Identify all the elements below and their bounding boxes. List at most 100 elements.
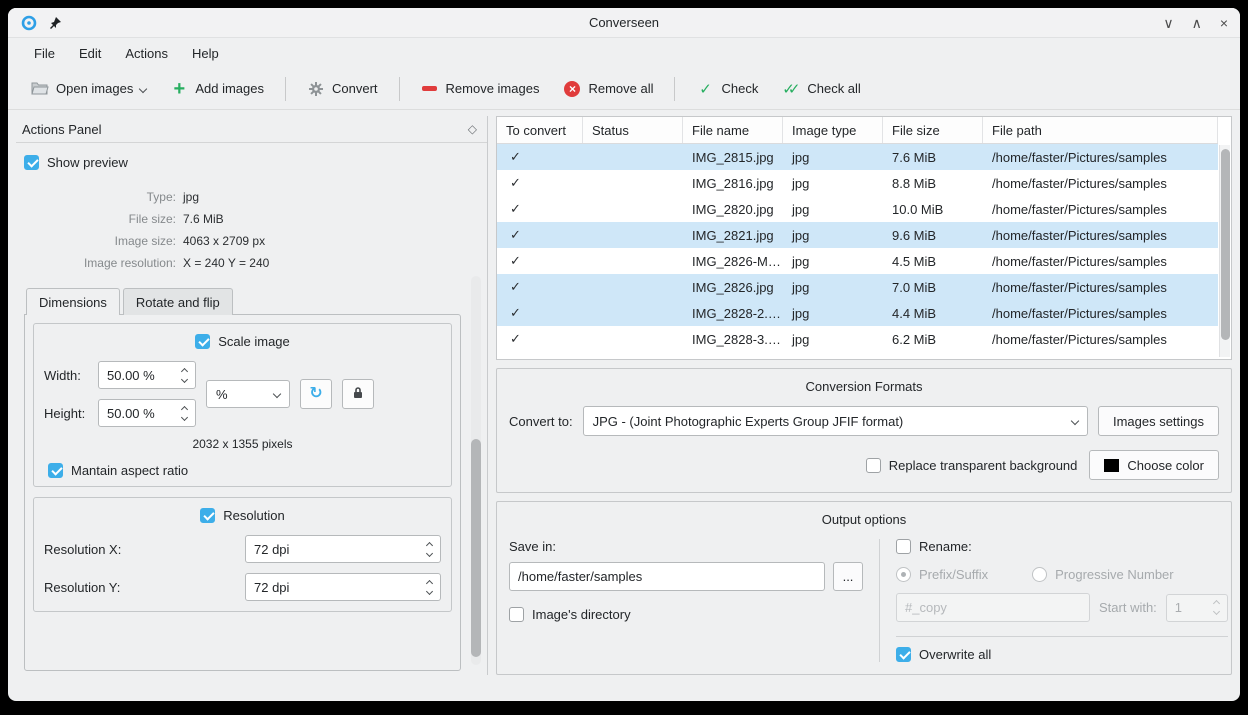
file-size-cell: 4.4 MiB [883, 306, 983, 321]
images-directory-checkbox[interactable]: Image's directory [509, 607, 863, 622]
column-header-file-path[interactable]: File path [983, 117, 1218, 143]
column-header-file-size[interactable]: File size [883, 117, 983, 143]
images-directory-label: Image's directory [532, 607, 631, 622]
panel-scrollbar[interactable] [471, 276, 481, 665]
file-name-cell: IMG_2816.jpg [683, 176, 783, 191]
remove-all-button[interactable]: Remove all [554, 74, 662, 104]
lock-aspect-button[interactable] [342, 379, 374, 409]
app-window: Converseen ∨ ∧ × File Edit Actions Help … [8, 8, 1240, 701]
check-label: Check [721, 81, 758, 96]
check-all-button[interactable]: Check all [773, 74, 869, 104]
remove-images-button[interactable]: Remove images [412, 74, 549, 104]
chevron-down-icon [1071, 417, 1079, 425]
info-value: jpg [183, 190, 461, 204]
file-size-cell: 7.6 MiB [883, 150, 983, 165]
file-size-cell: 7.0 MiB [883, 280, 983, 295]
menu-help[interactable]: Help [182, 42, 229, 65]
maintain-aspect-ratio-checkbox[interactable]: Mantain aspect ratio [48, 463, 441, 478]
browse-button[interactable]: ... [833, 562, 863, 591]
table-scrollbar-thumb[interactable] [1221, 149, 1230, 340]
overwrite-all-checkbox[interactable]: Overwrite all [896, 647, 1228, 662]
file-size-cell: 6.2 MiB [883, 332, 983, 347]
maximize-button[interactable]: ∧ [1192, 16, 1202, 30]
resolution-x-label: Resolution X: [44, 542, 121, 557]
menu-edit[interactable]: Edit [69, 42, 111, 65]
save-path-input[interactable] [509, 562, 825, 591]
panel-scrollbar-thumb[interactable] [471, 439, 481, 657]
table-row[interactable]: IMG_2821.jpgjpg9.6 MiB/home/faster/Pictu… [497, 222, 1218, 248]
file-table-body: IMG_2815.jpgjpg7.6 MiB/home/faster/Pictu… [497, 144, 1218, 352]
show-preview-checkbox[interactable]: Show preview [24, 155, 461, 170]
check-icon [696, 80, 714, 98]
resolution-checkbox[interactable]: Resolution [200, 508, 284, 523]
convert-button[interactable]: Convert [298, 74, 387, 104]
pin-icon[interactable] [46, 14, 64, 32]
replace-transparent-background-checkbox[interactable]: Replace transparent background [866, 458, 1078, 473]
row-convert-check-icon[interactable] [506, 175, 521, 190]
check-button[interactable]: Check [687, 74, 767, 104]
column-header-file-name[interactable]: File name [683, 117, 783, 143]
tab-rotate-and-flip[interactable]: Rotate and flip [123, 288, 233, 315]
file-name-cell: IMG_2826.jpg [683, 280, 783, 295]
float-panel-button[interactable]: ◇ [468, 122, 477, 136]
row-convert-check-icon[interactable] [506, 305, 521, 320]
table-row[interactable]: IMG_2816.jpgjpg8.8 MiB/home/faster/Pictu… [497, 170, 1218, 196]
row-convert-check-icon[interactable] [506, 201, 521, 216]
column-header-to-convert[interactable]: To convert [497, 117, 583, 143]
dimensions-tab-content: Scale image Width: 50.00 % [24, 314, 461, 671]
toolbar-separator [674, 77, 675, 101]
table-row[interactable]: IMG_2815.jpgjpg7.6 MiB/home/faster/Pictu… [497, 144, 1218, 170]
column-header-status[interactable]: Status [583, 117, 683, 143]
height-spinbox[interactable]: 50.00 % [98, 399, 196, 427]
start-with-label: Start with: [1099, 600, 1157, 615]
rename-checkbox[interactable]: Rename: [896, 539, 1228, 554]
file-path-cell: /home/faster/Pictures/samples [983, 332, 1218, 347]
conversion-formats-box: Conversion Formats Convert to: JPG - (Jo… [496, 368, 1232, 493]
format-combobox[interactable]: JPG - (Joint Photographic Experts Group … [583, 406, 1088, 436]
file-name-cell: IMG_2820.jpg [683, 202, 783, 217]
row-convert-check-icon[interactable] [506, 149, 521, 164]
resolution-y-spinbox[interactable]: 72 dpi [245, 573, 441, 601]
checkbox-box-icon [509, 607, 524, 622]
tab-dimensions[interactable]: Dimensions [26, 288, 120, 315]
table-row[interactable]: IMG_2826-Mo...jpg4.5 MiB/home/faster/Pic… [497, 248, 1218, 274]
row-convert-check-icon[interactable] [506, 331, 521, 346]
table-scrollbar[interactable] [1219, 145, 1230, 357]
scale-image-checkbox[interactable]: Scale image [195, 334, 290, 349]
minimize-button[interactable]: ∨ [1163, 16, 1173, 30]
actions-panel: Actions Panel ◇ Show preview Type: jpg F… [16, 116, 488, 675]
resolution-x-spinbox[interactable]: 72 dpi [245, 535, 441, 563]
refresh-size-button[interactable] [300, 379, 332, 409]
menu-actions[interactable]: Actions [115, 42, 178, 65]
file-name-cell: IMG_2821.jpg [683, 228, 783, 243]
menu-file[interactable]: File [24, 42, 65, 65]
output-options-title: Output options [509, 512, 1219, 527]
unit-combobox[interactable]: % [206, 380, 290, 408]
width-spinbox[interactable]: 50.00 % [98, 361, 196, 389]
row-convert-check-icon[interactable] [506, 227, 521, 242]
close-button[interactable]: × [1220, 16, 1228, 30]
remove-all-icon [563, 80, 581, 98]
file-path-cell: /home/faster/Pictures/samples [983, 150, 1218, 165]
chevron-down-icon [139, 84, 147, 92]
column-header-image-type[interactable]: Image type [783, 117, 883, 143]
table-row[interactable]: IMG_2828-2.jpgjpg4.4 MiB/home/faster/Pic… [497, 300, 1218, 326]
add-images-button[interactable]: Add images [161, 74, 273, 104]
open-images-button[interactable]: Open images [22, 74, 155, 104]
table-row[interactable]: IMG_2826.jpgjpg7.0 MiB/home/faster/Pictu… [497, 274, 1218, 300]
table-row[interactable]: IMG_2820.jpgjpg10.0 MiB/home/faster/Pict… [497, 196, 1218, 222]
convert-gear-icon [307, 80, 325, 98]
image-info: Type: jpg File size: 7.6 MiB Image size:… [24, 190, 461, 270]
images-settings-button[interactable]: Images settings [1098, 406, 1219, 436]
prefix-suffix-radio: Prefix/Suffix [896, 567, 988, 582]
row-convert-check-icon[interactable] [506, 253, 521, 268]
file-path-cell: /home/faster/Pictures/samples [983, 228, 1218, 243]
file-table-header: To convert Status File name Image type F… [497, 117, 1218, 144]
table-row[interactable]: IMG_2828-3.jpgjpg6.2 MiB/home/faster/Pic… [497, 326, 1218, 352]
convert-to-label: Convert to: [509, 414, 573, 429]
choose-color-button[interactable]: Choose color [1089, 450, 1219, 480]
resolution-label: Resolution [223, 508, 284, 523]
scale-group: Scale image Width: 50.00 % [33, 323, 452, 487]
row-convert-check-icon[interactable] [506, 279, 521, 294]
file-size-cell: 4.5 MiB [883, 254, 983, 269]
